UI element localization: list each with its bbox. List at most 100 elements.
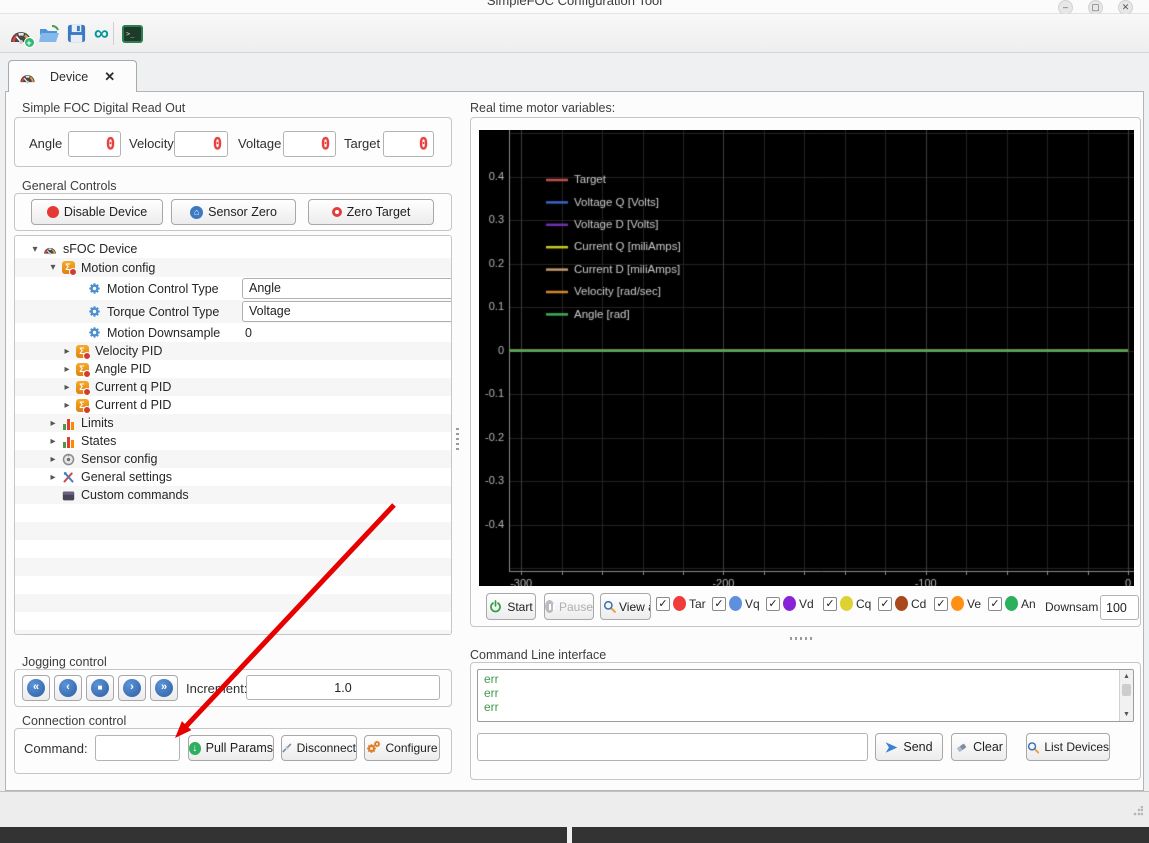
- resize-grip[interactable]: [1133, 806, 1143, 816]
- increment-input[interactable]: [246, 675, 440, 700]
- tab-close-icon[interactable]: ✕: [104, 69, 115, 85]
- jog-fast-forward-button[interactable]: »: [150, 675, 178, 701]
- tree-item-motion-control-type[interactable]: Motion Control Type Angle ▾: [15, 277, 451, 300]
- disconnect-button[interactable]: Disconnect: [281, 735, 357, 761]
- device-gauge-icon: +: [9, 22, 35, 48]
- tree-item-value[interactable]: 0: [245, 326, 252, 340]
- motion-control-type-select[interactable]: Angle ▾: [242, 278, 451, 299]
- new-device-button[interactable]: +: [7, 20, 35, 48]
- rewind-icon: «: [27, 679, 45, 697]
- expander-icon[interactable]: ▸: [47, 418, 59, 429]
- sensor-zero-button[interactable]: ⌂ Sensor Zero: [171, 199, 296, 225]
- start-button[interactable]: Start: [486, 593, 536, 620]
- torque-control-type-select[interactable]: Voltage ▾: [242, 301, 451, 322]
- pause-button[interactable]: Pause: [544, 593, 594, 620]
- open-project-button[interactable]: [36, 20, 63, 47]
- series-toggle-vq[interactable]: ✓ Vq: [712, 596, 760, 611]
- checkbox[interactable]: ✓: [878, 596, 892, 611]
- series-toggle-target[interactable]: ✓ Tar: [656, 596, 706, 611]
- checkbox[interactable]: ✓: [712, 596, 726, 611]
- scroll-thumb[interactable]: [1122, 684, 1131, 696]
- target-value: 0: [418, 133, 428, 155]
- checkbox[interactable]: ✓: [988, 596, 1002, 611]
- expander-icon[interactable]: ▾: [47, 262, 59, 273]
- download-icon: ↓: [189, 741, 201, 755]
- view-all-button[interactable]: View all: [600, 593, 651, 620]
- cli-title: Command Line interface: [470, 648, 607, 662]
- send-button[interactable]: Send: [875, 733, 943, 761]
- jog-forward-button[interactable]: ›: [118, 675, 146, 701]
- expander-icon[interactable]: ▸: [61, 364, 73, 375]
- sensor-icon: [61, 452, 75, 466]
- tab-device[interactable]: Device ✕: [8, 60, 137, 92]
- vertical-splitter-handle[interactable]: [456, 428, 459, 452]
- expander-icon[interactable]: ▸: [47, 472, 59, 483]
- clear-button[interactable]: Clear: [951, 733, 1007, 761]
- tree-item-torque-control-type[interactable]: Torque Control Type Voltage ▾: [15, 300, 451, 323]
- zero-target-button[interactable]: Zero Target: [308, 199, 434, 225]
- tree-item-general-settings[interactable]: ▸ General settings: [15, 468, 451, 486]
- jog-stop-button[interactable]: ■: [86, 675, 114, 701]
- plus-badge-icon: +: [23, 36, 35, 48]
- scroll-up-icon[interactable]: ▲: [1120, 670, 1133, 683]
- command-input[interactable]: [95, 735, 180, 761]
- checkbox[interactable]: ✓: [656, 596, 670, 611]
- tree-item-limits[interactable]: ▸ Limits: [15, 414, 451, 432]
- tree-item-sensor-config[interactable]: ▸ Sensor config: [15, 450, 451, 468]
- tree-item-motion-downsample[interactable]: Motion Downsample 0: [15, 323, 451, 342]
- tree-item-label: Motion Control Type: [107, 281, 219, 296]
- commands-icon: [61, 488, 75, 502]
- expander-icon[interactable]: ▾: [29, 244, 41, 255]
- jog-back-button[interactable]: ‹: [54, 675, 82, 701]
- checkbox[interactable]: ✓: [766, 596, 780, 611]
- pull-params-button[interactable]: ↓ Pull Params: [188, 735, 274, 761]
- tree-item-motion-config[interactable]: ▾ Σ Motion config: [15, 258, 451, 277]
- configure-button[interactable]: Configure: [364, 735, 440, 761]
- tree-item-angle-pid[interactable]: ▸ Σ Angle PID: [15, 360, 451, 378]
- sigma-icon: Σ: [61, 261, 77, 276]
- minimize-button[interactable]: –: [1058, 0, 1073, 15]
- expander-icon[interactable]: ▸: [61, 400, 73, 411]
- horizontal-splitter-handle[interactable]: [790, 637, 814, 640]
- connection-title: Connection control: [22, 714, 127, 728]
- series-toggle-vd[interactable]: ✓ Vd: [766, 596, 814, 611]
- save-button[interactable]: [63, 20, 90, 47]
- series-toggle-an[interactable]: ✓ An: [988, 596, 1036, 611]
- maximize-button[interactable]: ▢: [1088, 0, 1103, 15]
- scroll-down-icon[interactable]: ▼: [1120, 708, 1133, 721]
- tree-item-current-d-pid[interactable]: ▸ Σ Current d PID: [15, 396, 451, 414]
- expander-icon[interactable]: ▸: [61, 346, 73, 357]
- arduino-button[interactable]: ∞: [88, 20, 115, 47]
- toolbar-separator: [113, 22, 114, 45]
- list-devices-button[interactable]: List Devices: [1026, 733, 1110, 761]
- close-button[interactable]: ✕: [1118, 0, 1133, 15]
- angle-label: Angle: [29, 136, 63, 151]
- disable-device-button[interactable]: Disable Device: [31, 199, 163, 225]
- checkbox[interactable]: ✓: [934, 596, 948, 611]
- bar-chart-icon: [61, 416, 75, 430]
- downsample-input[interactable]: [1100, 595, 1139, 620]
- tree-item-label: General settings: [81, 470, 173, 484]
- serial-terminal-button[interactable]: >_: [119, 20, 146, 47]
- tree-item-sfoc-device[interactable]: ▾ sFOC Device: [15, 240, 451, 258]
- tree-item-custom-commands[interactable]: Custom commands: [15, 486, 451, 504]
- disable-device-label: Disable Device: [63, 205, 148, 219]
- jog-fast-back-button[interactable]: «: [22, 675, 50, 701]
- series-toggle-ve[interactable]: ✓ Ve: [934, 596, 981, 611]
- increment-label: Increment:: [186, 681, 248, 696]
- scrollbar[interactable]: ▲ ▼: [1119, 670, 1133, 721]
- expander-icon[interactable]: ▸: [61, 382, 73, 393]
- cli-input[interactable]: [477, 733, 868, 761]
- tree-item-velocity-pid[interactable]: ▸ Σ Velocity PID: [15, 342, 451, 360]
- tree-item-states[interactable]: ▸ States: [15, 432, 451, 450]
- series-toggle-cd[interactable]: ✓ Cd: [878, 596, 926, 611]
- expander-icon[interactable]: ▸: [47, 454, 59, 465]
- gear-icon: [87, 282, 101, 296]
- series-toggle-cq[interactable]: ✓ Cq: [823, 596, 871, 611]
- checkbox[interactable]: ✓: [823, 596, 837, 611]
- sigma-icon: Σ: [75, 398, 91, 414]
- expander-icon[interactable]: ▸: [47, 436, 59, 447]
- cli-log[interactable]: err err err ▲ ▼: [477, 669, 1134, 722]
- pause-label: Pause: [558, 599, 593, 614]
- tree-item-current-q-pid[interactable]: ▸ Σ Current q PID: [15, 378, 451, 396]
